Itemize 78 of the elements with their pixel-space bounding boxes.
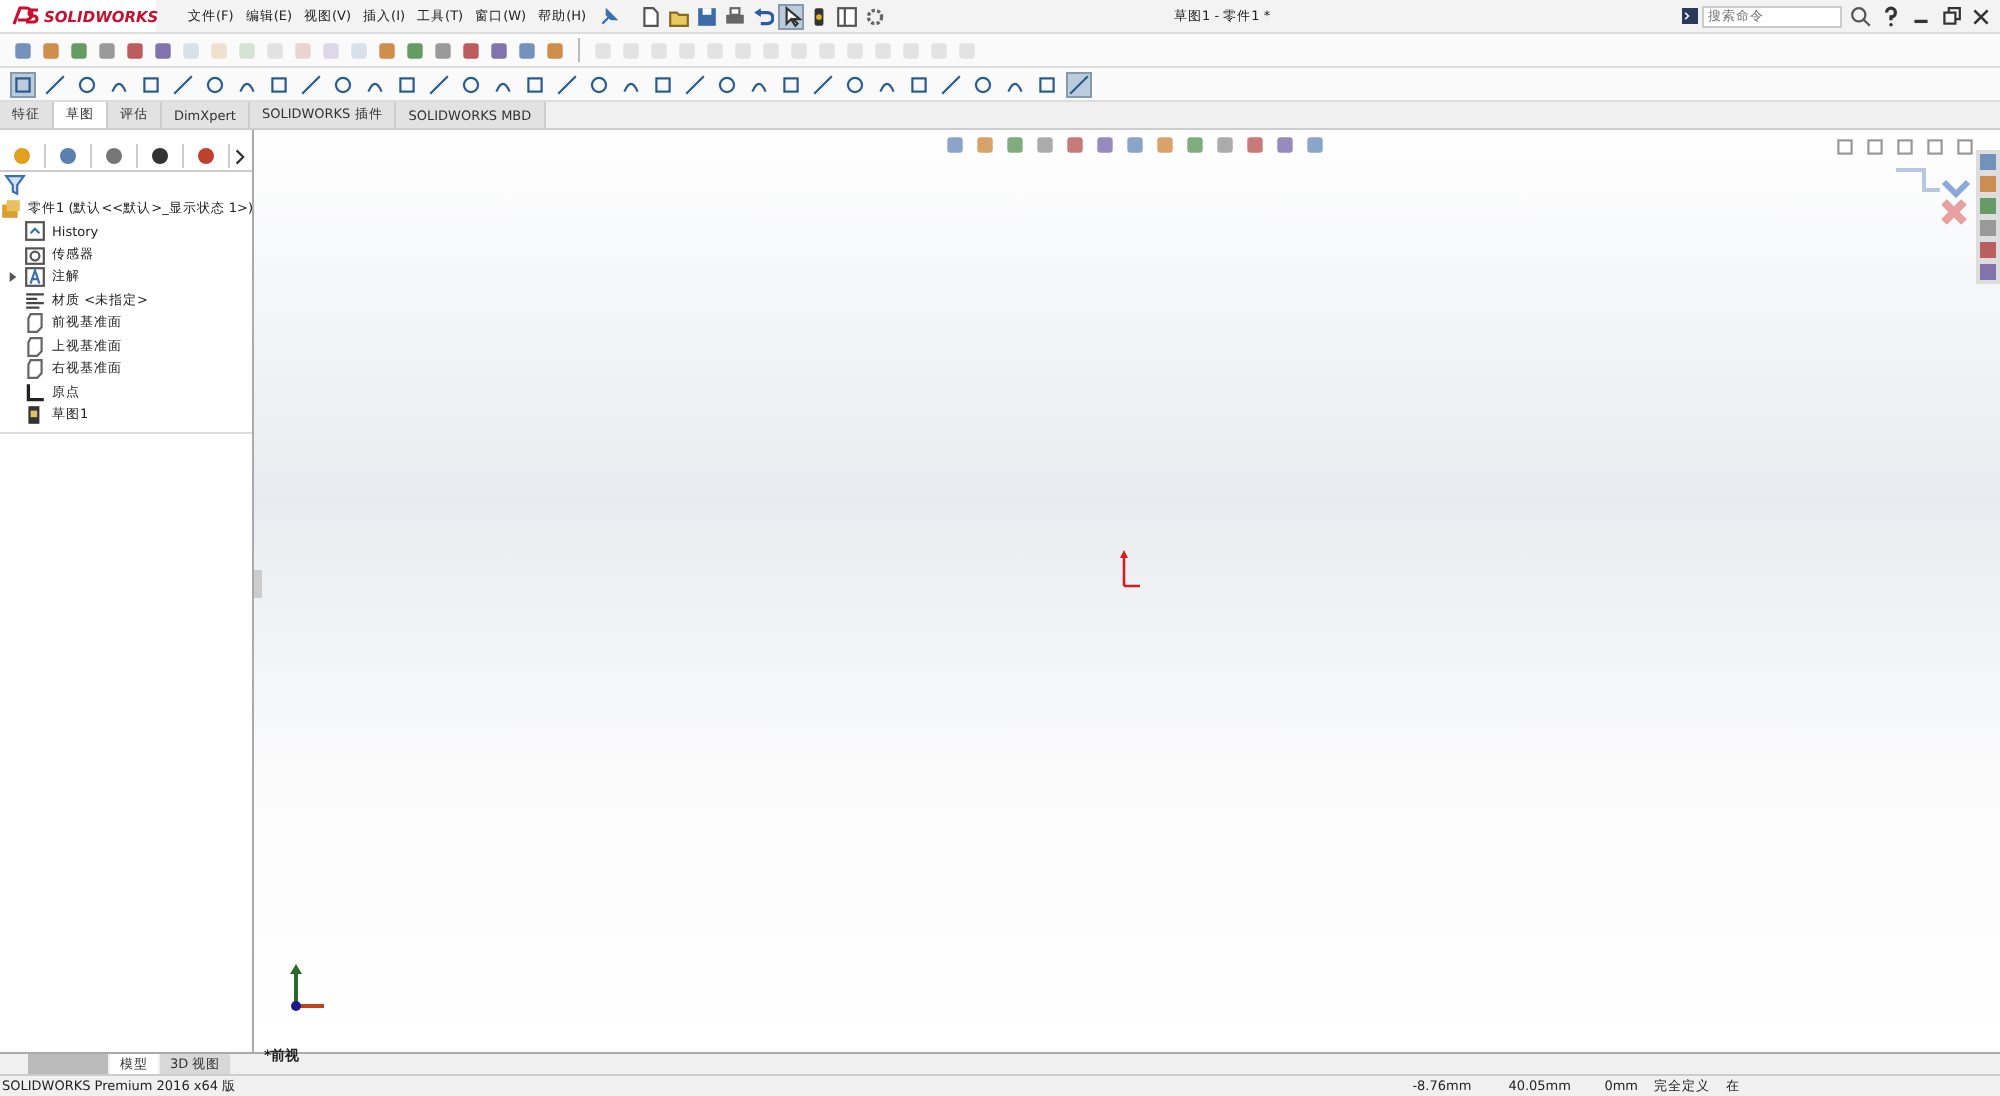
sketch-tool-icon[interactable] <box>332 73 354 95</box>
help-icon[interactable] <box>1880 5 1902 27</box>
tool-icon[interactable] <box>404 39 426 61</box>
filter-icon[interactable] <box>4 174 26 196</box>
view-tool-icon[interactable] <box>944 134 966 156</box>
sketch-tool-icon[interactable] <box>76 73 98 95</box>
sketch-tool-icon[interactable] <box>812 73 834 95</box>
tool-icon[interactable] <box>432 39 454 61</box>
view-tool-icon[interactable] <box>974 134 996 156</box>
sketch-tool-icon[interactable] <box>12 73 34 95</box>
view-tool-icon[interactable] <box>1124 134 1146 156</box>
sketch-tool-icon[interactable] <box>556 73 578 95</box>
tool-icon[interactable] <box>152 39 174 61</box>
sketch-tool-icon[interactable] <box>684 73 706 95</box>
sketch-tool-icon[interactable] <box>1068 73 1090 95</box>
sketch-tool-icon[interactable] <box>140 73 162 95</box>
sketch-tool-icon[interactable] <box>44 73 66 95</box>
view-tool-icon[interactable] <box>1244 134 1266 156</box>
view-tool-icon[interactable] <box>1304 134 1326 156</box>
sketch-tool-icon[interactable] <box>1036 73 1058 95</box>
sketch-tool-icon[interactable] <box>716 73 738 95</box>
confirmation-corner-drawing[interactable] <box>1892 166 1972 226</box>
tool-icon[interactable] <box>460 39 482 61</box>
sketch-tool-icon[interactable] <box>204 73 226 95</box>
view-tool-icon[interactable] <box>1154 134 1176 156</box>
history-icon <box>24 220 46 243</box>
part-icon <box>0 197 22 220</box>
undo-icon[interactable] <box>752 5 775 27</box>
tool-icon[interactable] <box>40 39 62 61</box>
tool-icon[interactable] <box>488 39 510 61</box>
tool-icon[interactable] <box>376 39 398 61</box>
sketch-tool-icon[interactable] <box>844 73 866 95</box>
plane-icon <box>24 335 46 358</box>
command-prompt-icon <box>1682 8 1698 24</box>
tool-icon[interactable] <box>124 39 146 61</box>
settings-icon[interactable] <box>864 5 887 27</box>
sketch-tool-icon[interactable] <box>460 73 482 95</box>
panel-icon[interactable] <box>836 5 859 27</box>
tool-icon[interactable] <box>12 39 34 61</box>
view-tool-icon[interactable] <box>1004 134 1026 156</box>
sketch-tool-icon[interactable] <box>908 73 930 95</box>
sketch-tool-icon[interactable] <box>588 73 610 95</box>
sketch-tool-icon[interactable] <box>428 73 450 95</box>
sketch-tool-icon[interactable] <box>972 73 994 95</box>
logo-mark-icon <box>12 6 40 26</box>
tool-icon[interactable] <box>68 39 90 61</box>
tool-icon[interactable] <box>96 39 118 61</box>
material-icon <box>24 289 46 312</box>
sketch-tool-icon[interactable] <box>780 73 802 95</box>
print-icon[interactable] <box>724 5 747 27</box>
sketch-tool-icon[interactable] <box>524 73 546 95</box>
view-tool-icon[interactable] <box>1184 134 1206 156</box>
caret-right-icon[interactable] <box>8 272 18 283</box>
origin-arrows-drawing <box>1118 548 1142 588</box>
new-document-icon[interactable] <box>640 5 663 27</box>
plane-icon <box>24 312 46 335</box>
view-tool-icon[interactable] <box>1064 134 1086 156</box>
tool-icon[interactable] <box>544 39 566 61</box>
sketch-tool-icon[interactable] <box>300 73 322 95</box>
origin-icon <box>24 381 46 404</box>
view-tool-icon[interactable] <box>1094 134 1116 156</box>
view-tool-icon[interactable] <box>1274 134 1296 156</box>
panel-collapse-handle[interactable] <box>254 570 262 598</box>
tool-icon[interactable] <box>516 39 538 61</box>
cursor-icon[interactable] <box>780 5 803 27</box>
annotation-icon <box>24 266 46 289</box>
sensor-icon <box>24 243 46 266</box>
save-icon[interactable] <box>696 5 719 27</box>
sketch-tool-icon[interactable] <box>396 73 418 95</box>
sketch-tool-icon[interactable] <box>940 73 962 95</box>
sketch-tool-icon[interactable] <box>268 73 290 95</box>
sketch-tool-icon[interactable] <box>172 73 194 95</box>
search-icon[interactable] <box>1850 5 1872 27</box>
sketch-tool-icon[interactable] <box>652 73 674 95</box>
pin-icon[interactable] <box>598 5 621 27</box>
plane-icon <box>24 358 46 381</box>
view-tool-icon[interactable] <box>1214 134 1236 156</box>
view-tool-icon[interactable] <box>1034 134 1056 156</box>
